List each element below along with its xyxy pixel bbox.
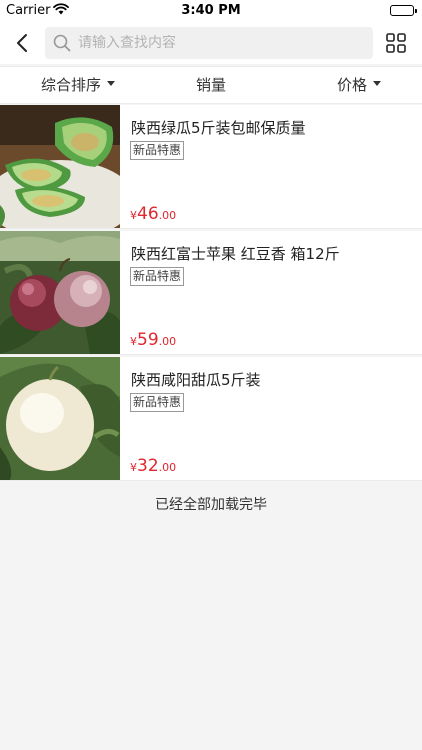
price-integer: 46: [137, 204, 159, 224]
sort-price-label: 价格: [337, 76, 368, 94]
search-icon: [53, 34, 71, 52]
price-decimal: .00: [158, 461, 177, 474]
price-currency: ¥: [130, 209, 137, 222]
search-input[interactable]: [78, 27, 363, 59]
promo-tag: 新品特惠: [130, 141, 185, 160]
sort-sales-label: 销量: [196, 76, 227, 94]
product-price: ¥46.00: [130, 204, 176, 224]
grid-icon: [386, 33, 406, 53]
promo-tag: 新品特惠: [130, 393, 185, 412]
price-decimal: .00: [158, 335, 177, 348]
sort-sales[interactable]: 销量: [196, 67, 226, 103]
status-bar: Carrier 3:40 PM: [0, 0, 422, 22]
battery-icon: [390, 5, 417, 16]
sort-bar: 综合排序 销量 价格: [0, 66, 422, 104]
grid-view-button[interactable]: [386, 33, 406, 53]
nav-bar: [0, 22, 422, 64]
product-image: [0, 231, 120, 354]
product-image: [0, 105, 120, 228]
list-end-message: 已经全部加载完毕: [155, 497, 267, 513]
product-item[interactable]: 陕西红富士苹果 红豆香 箱12斤 新品特惠 ¥59.00: [0, 231, 422, 355]
back-button[interactable]: [10, 30, 36, 56]
price-integer: 59: [137, 330, 159, 350]
product-title: 陕西绿瓜5斤装包邮保质量: [131, 119, 306, 137]
caret-down-icon: [373, 81, 382, 86]
product-title: 陕西红富士苹果 红豆香 箱12斤: [131, 245, 340, 263]
product-title: 陕西咸阳甜瓜5斤装: [131, 371, 261, 389]
caret-down-icon: [107, 81, 116, 86]
sort-price[interactable]: 价格: [337, 67, 382, 103]
product-item[interactable]: 陕西绿瓜5斤装包邮保质量 新品特惠 ¥46.00: [0, 105, 422, 229]
price-integer: 32: [137, 456, 159, 476]
product-image: [0, 357, 120, 480]
chevron-left-icon: [17, 34, 27, 52]
price-currency: ¥: [130, 335, 137, 348]
sort-comprehensive[interactable]: 综合排序: [41, 67, 116, 103]
product-item[interactable]: 陕西咸阳甜瓜5斤装 新品特惠 ¥32.00: [0, 357, 422, 481]
search-box[interactable]: [45, 27, 373, 59]
sort-comprehensive-label: 综合排序: [41, 76, 102, 94]
product-price: ¥32.00: [130, 456, 176, 476]
price-currency: ¥: [130, 461, 137, 474]
clock-time: 3:40 PM: [181, 3, 241, 18]
promo-tag: 新品特惠: [130, 267, 185, 286]
price-decimal: .00: [158, 209, 177, 222]
product-price: ¥59.00: [130, 330, 176, 350]
